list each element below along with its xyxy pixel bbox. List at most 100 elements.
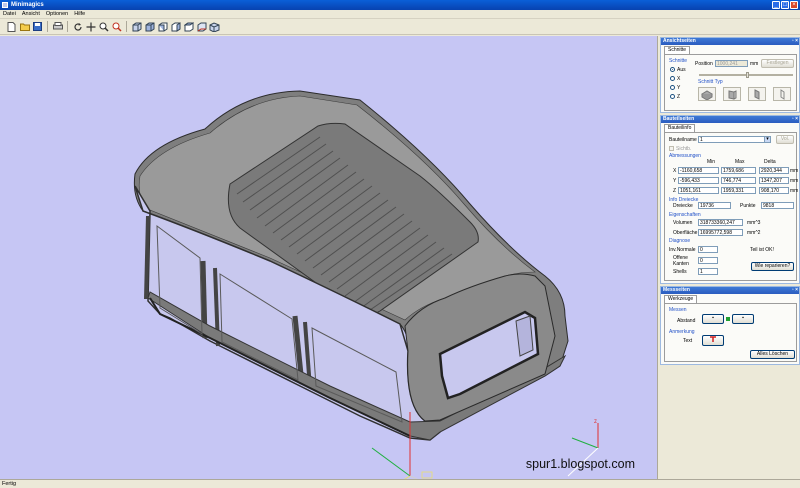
schnitte-tab-content: Schnitte Aus X Y Z Position 1000,241 mm …	[664, 54, 797, 111]
teil-ok-status: Teil ist OK!	[750, 247, 774, 253]
zoom-icon[interactable]	[98, 21, 109, 32]
maximize-button[interactable]: □	[781, 1, 789, 9]
view-right-icon[interactable]	[170, 21, 181, 32]
oberflaeche-unit: mm^2	[747, 230, 761, 236]
inv-normale-label: Inv.Normale	[669, 247, 696, 253]
radio-z-label: Z	[677, 94, 681, 100]
punkte-label: Punkte	[740, 203, 756, 209]
position-slider-thumb[interactable]	[746, 72, 749, 78]
radio-x[interactable]	[670, 76, 675, 81]
bus-body-model: z	[133, 90, 599, 479]
position-input[interactable]: 1000,241	[715, 60, 748, 67]
panel-controls-icon[interactable]: ▫ ×	[792, 38, 798, 45]
3d-viewport[interactable]: z spur1.blogspot.com	[0, 36, 657, 479]
tab-werkzeuge[interactable]: Werkzeuge	[664, 295, 698, 303]
tab-bauteilinfo[interactable]: Bauteilinfo	[664, 124, 696, 132]
measure-panel-header[interactable]: Messseiten ▫ ×	[661, 287, 799, 294]
pan-icon[interactable]	[85, 21, 96, 32]
toolbar-separator	[126, 21, 127, 32]
cut-type-outline-icon[interactable]	[773, 87, 791, 101]
tab-schnitte[interactable]: Schnitte	[664, 46, 691, 54]
menu-ansicht[interactable]: Ansicht	[22, 11, 40, 17]
dreiecke-field: 19736	[698, 202, 731, 209]
print-icon[interactable]	[52, 21, 63, 32]
sichtbar-label: Sichtb.	[676, 146, 692, 152]
menu-hilfe[interactable]: Hilfe	[74, 11, 85, 17]
volumen-label: Volumen	[673, 220, 693, 226]
volumen-unit: mm^3	[747, 220, 761, 226]
radio-y[interactable]	[670, 85, 675, 90]
panel-controls-icon[interactable]: ▫ ×	[792, 116, 798, 123]
menu-datei[interactable]: Datei	[3, 11, 16, 17]
position-unit: mm	[750, 61, 759, 67]
festlegen-button[interactable]: Festlegen	[761, 59, 794, 68]
view-top-icon[interactable]	[183, 21, 194, 32]
radio-z[interactable]	[670, 94, 675, 99]
row-z-axis: Z	[673, 188, 677, 194]
radio-aus-label: Aus	[677, 67, 686, 73]
svg-text:z: z	[594, 419, 597, 425]
y-delta-field: 1347,207	[759, 177, 789, 184]
view-front-icon[interactable]	[131, 21, 142, 32]
toolbar-separator	[47, 21, 48, 32]
y-max-field: 746,774	[721, 177, 756, 184]
oberflaeche-field: 16995772,598	[698, 229, 743, 236]
cut-type-half-icon[interactable]	[723, 87, 741, 101]
toolbar	[0, 19, 800, 35]
punkte-field: 9818	[761, 202, 794, 209]
x-delta-field: 2920,344	[759, 167, 789, 174]
menu-bar: Datei Ansicht Optionen Hilfe	[0, 10, 800, 19]
anmerkung-label: Anmerkung	[669, 329, 695, 335]
kanten-label: Kanten	[673, 261, 689, 267]
radio-x-label: X	[677, 76, 681, 82]
menu-optionen[interactable]: Optionen	[46, 11, 68, 17]
diagnose-label: Diagnose	[669, 238, 691, 244]
volumen-field: 318733360,247	[698, 219, 743, 226]
abstand-label: Abstand	[677, 318, 696, 324]
z-unit: mm	[790, 188, 799, 194]
group-schnitte-label: Schnitte	[669, 58, 688, 64]
view-bottom-icon[interactable]	[196, 21, 207, 32]
schnitt-typ-label: Schnitt Typ	[698, 79, 723, 85]
cut-type-slice-icon[interactable]	[748, 87, 766, 101]
eigenschaften-label: Eigenschaften	[669, 212, 701, 218]
shells-label: Shells	[673, 269, 687, 275]
annotation-text-icon[interactable]	[702, 335, 724, 346]
part-panel-header[interactable]: Bauteilseiten ▫ ×	[661, 116, 799, 123]
open-icon[interactable]	[19, 21, 30, 32]
chevron-down-icon[interactable]: ▾	[764, 136, 771, 143]
new-icon[interactable]	[6, 21, 17, 32]
cut-type-solid-icon[interactable]	[698, 87, 716, 101]
views-panel-header[interactable]: Ansichtseiten ▫ ×	[661, 38, 799, 45]
x-unit: mm	[790, 168, 799, 174]
abstand-point-b-button[interactable]: ▪	[732, 314, 754, 324]
radio-aus[interactable]	[670, 67, 675, 72]
col-delta-header: Delta	[764, 159, 776, 165]
inv-normale-field: 0	[698, 246, 718, 253]
save-icon[interactable]	[32, 21, 43, 32]
toolbar-separator	[67, 21, 68, 32]
z-delta-field: 908,170	[759, 187, 789, 194]
bauteilname-select[interactable]: 1	[698, 136, 770, 143]
z-max-field: 1959,331	[721, 187, 756, 194]
vol-button[interactable]: Vol.	[776, 135, 794, 144]
oberflaeche-label: Oberfläche	[673, 230, 698, 236]
sichtbar-checkbox[interactable]	[669, 146, 674, 151]
view-left-icon[interactable]	[157, 21, 168, 32]
panel-controls-icon[interactable]: ▫ ×	[792, 287, 798, 294]
shells-field: 1	[698, 268, 718, 275]
zoom-fit-icon[interactable]	[111, 21, 122, 32]
alles-loeschen-button[interactable]: Alles Löschen	[750, 350, 795, 359]
wie-reparieren-button[interactable]: Wie reparieren?	[751, 262, 794, 271]
view-iso-icon[interactable]	[209, 21, 220, 32]
title-bar: Minimagics _ □ ×	[0, 0, 800, 10]
x-min-field: -1160,658	[678, 167, 719, 174]
abstand-point-a-button[interactable]: ▪	[702, 314, 724, 324]
row-x-axis: X	[673, 168, 677, 174]
minimize-button[interactable]: _	[772, 1, 780, 9]
rotate-icon[interactable]	[72, 21, 83, 32]
z-min-field: 1051,161	[678, 187, 719, 194]
dreiecke-label: Dreiecke	[673, 203, 693, 209]
view-back-icon[interactable]	[144, 21, 155, 32]
close-button[interactable]: ×	[790, 1, 798, 9]
